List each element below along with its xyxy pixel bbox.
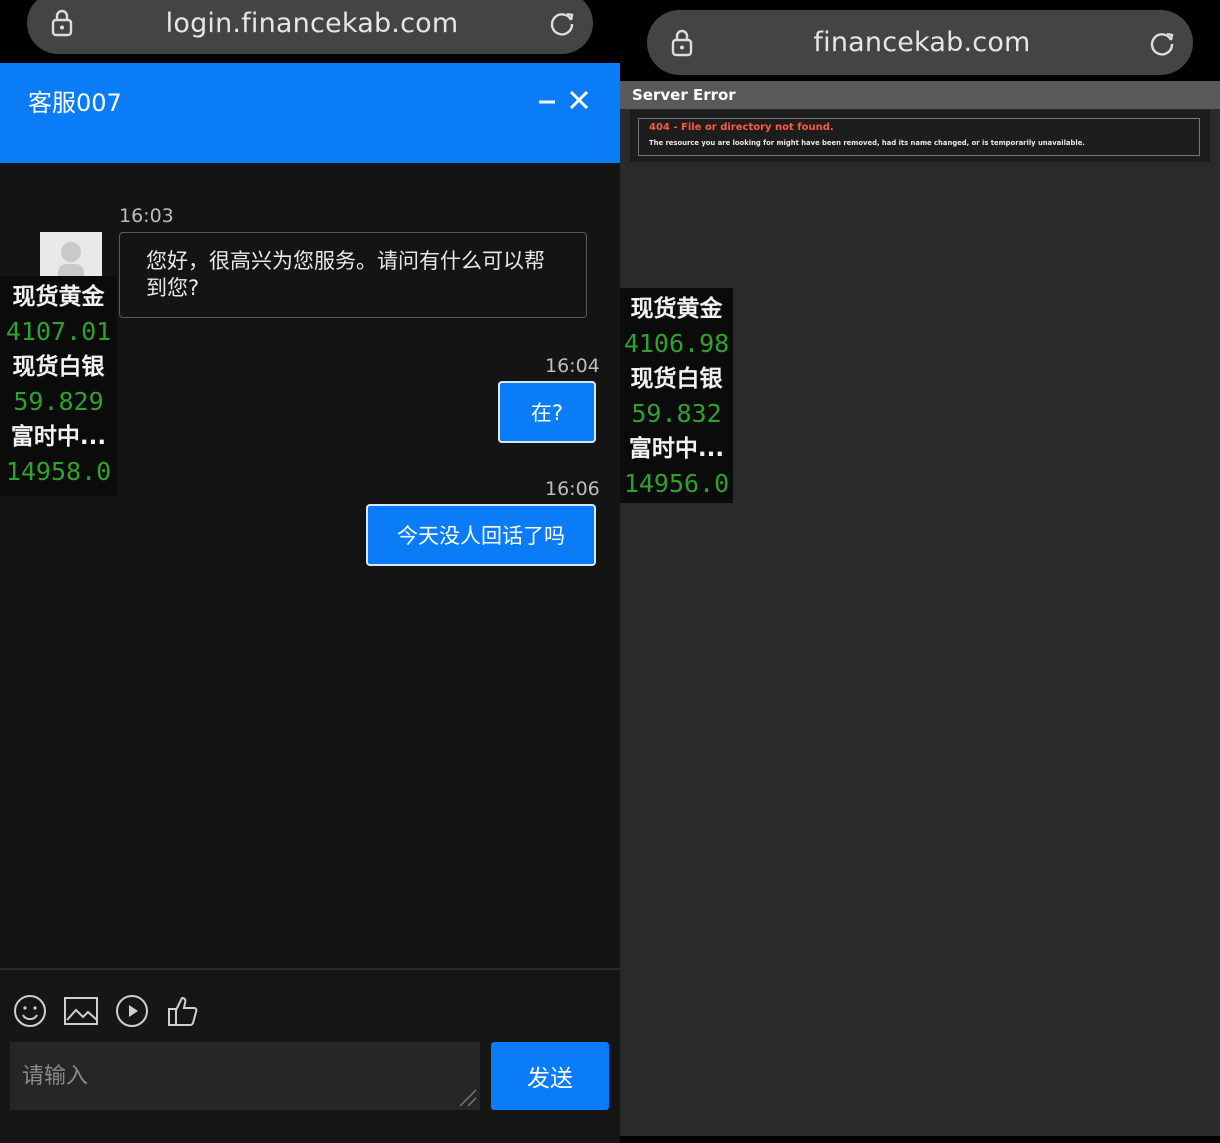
message-input[interactable] (10, 1042, 480, 1110)
close-button[interactable] (564, 85, 594, 115)
emoji-icon (14, 995, 46, 1027)
ticker-price: 4106.98 (623, 329, 730, 358)
emoji-button[interactable] (11, 992, 49, 1030)
image-button[interactable] (62, 992, 100, 1030)
message-time: 16:06 (545, 478, 600, 500)
error-box: 404 - File or directory not found. The r… (638, 118, 1200, 156)
ticker-name: 现货黄金 (12, 284, 105, 310)
message-bubble-incoming: 您好，很高兴为您服务。请问有什么可以帮到您? (119, 232, 587, 318)
address-bar[interactable]: financekab.com (647, 10, 1193, 75)
reload-icon[interactable] (545, 6, 579, 40)
message-time: 16:03 (119, 205, 174, 227)
agent-avatar (40, 232, 102, 280)
chat-header: 客服007 (0, 63, 620, 163)
reload-icon[interactable] (1145, 26, 1179, 60)
ticker-price: 4107.01 (5, 317, 112, 346)
ticker-price: 14958.0 (5, 457, 112, 486)
like-button[interactable] (164, 992, 202, 1030)
error-header: Server Error (620, 81, 1220, 109)
close-icon (569, 90, 589, 110)
address-url: financekab.com (813, 27, 1031, 58)
error-page: Server Error 404 - File or directory not… (620, 81, 1220, 1136)
message-bubble-outgoing: 今天没人回话了吗 (366, 504, 596, 566)
resize-handle-icon[interactable] (456, 1086, 478, 1108)
chat-browser-panel: login.financekab.com 客服007 16:03 您好，很高兴为… (0, 0, 620, 1143)
error-message: The resource you are looking for might h… (649, 139, 1085, 147)
ticker-name: 富时中... (10, 424, 107, 450)
chat-input-area: 发送 (0, 968, 620, 1143)
ticker-price: 59.829 (13, 387, 104, 416)
play-icon (116, 995, 148, 1027)
ticker-price: 14956.0 (623, 469, 730, 498)
error-browser-panel: financekab.com Server Error 404 - File o… (620, 0, 1220, 1143)
error-title: 404 - File or directory not found. (649, 122, 834, 133)
error-content: 404 - File or directory not found. The r… (630, 110, 1210, 162)
address-url: login.financekab.com (165, 7, 459, 39)
ticker-name: 现货黄金 (630, 296, 723, 322)
thumbs-up-icon (168, 996, 198, 1026)
video-button[interactable] (113, 992, 151, 1030)
message-bubble-outgoing: 在? (498, 381, 596, 443)
lock-icon (665, 26, 699, 60)
price-ticker[interactable]: 现货黄金 4107.01 现货白银 59.829 富时中... 14958.0 (0, 276, 117, 496)
ticker-name: 富时中... (628, 436, 725, 462)
ticker-price: 59.832 (631, 399, 722, 428)
address-bar[interactable]: login.financekab.com (27, 0, 593, 54)
image-icon (64, 997, 98, 1025)
send-button[interactable]: 发送 (491, 1042, 609, 1110)
ticker-name: 现货白银 (630, 366, 723, 392)
minimize-button[interactable] (532, 85, 562, 115)
price-ticker[interactable]: 现货黄金 4106.98 现货白银 59.832 富时中... 14956.0 (620, 288, 733, 503)
ticker-name: 现货白银 (12, 354, 105, 380)
chat-title: 客服007 (28, 89, 122, 117)
message-time: 16:04 (545, 355, 600, 377)
lock-icon (45, 6, 79, 40)
